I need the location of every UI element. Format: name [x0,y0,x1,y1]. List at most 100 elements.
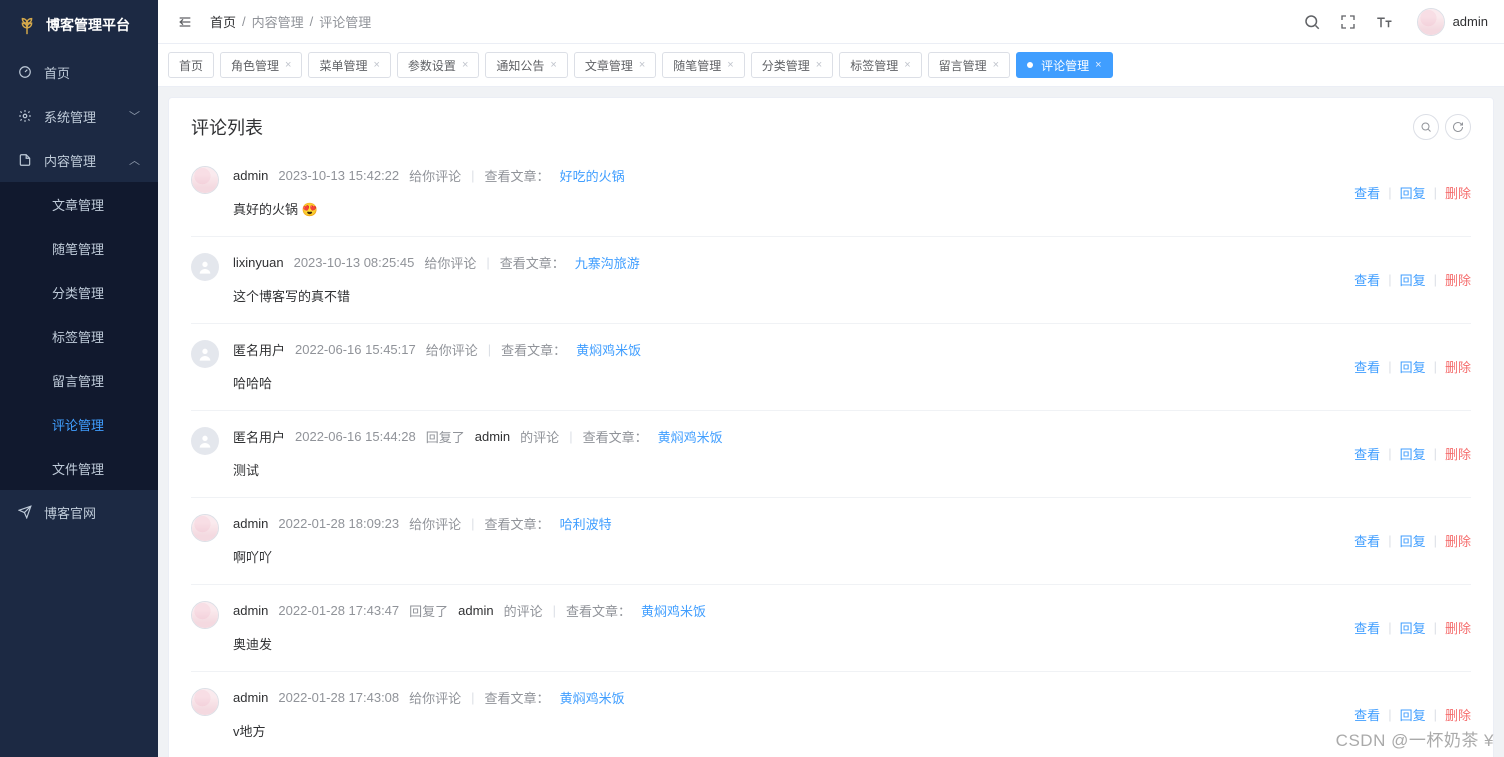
menu-home[interactable]: 首页 [0,50,158,94]
tab-通知公告[interactable]: 通知公告 × [485,52,567,78]
tab-label: 通知公告 [496,57,544,74]
tab-随笔管理[interactable]: 随笔管理× [662,52,744,78]
close-icon[interactable]: × [550,59,556,71]
reply-button[interactable]: 回复 [1400,183,1426,202]
close-icon[interactable]: × [462,59,468,71]
menu-system[interactable]: 系统管理 ﹀ [0,94,158,138]
username: admin [1453,14,1488,29]
sidebar: 博客管理平台 首页 系统管理 ﹀ 内容管理 ︿ 文章管理 [0,0,158,757]
view-button[interactable]: 查看 [1354,183,1380,202]
fullscreen-icon [1340,14,1356,30]
close-icon[interactable]: × [639,59,645,71]
view-button[interactable]: 查看 [1354,705,1380,724]
tab-留言管理[interactable]: 留言管理 × [928,52,1010,78]
reply-button[interactable]: 回复 [1400,618,1426,637]
tab-首页[interactable]: 首页 [168,52,214,78]
menu-content-label: 内容管理 [44,151,96,170]
view-button[interactable]: 查看 [1354,444,1380,463]
submenu-article[interactable]: 文章管理 [0,182,158,226]
tab-菜单管理[interactable]: 菜单管理× [308,52,390,78]
reply-button[interactable]: 回复 [1400,444,1426,463]
menu-site[interactable]: 博客官网 [0,490,158,534]
reply-button[interactable]: 回复 [1400,705,1426,724]
submenu-file[interactable]: 文件管理 [0,446,158,490]
close-icon[interactable]: × [285,59,291,71]
tab-参数设置[interactable]: 参数设置 × [397,52,479,78]
reply-target: admin [458,603,493,618]
tab-标签管理[interactable]: 标签管理× [839,52,921,78]
article-link[interactable]: 九寨沟旅游 [575,253,640,272]
timestamp: 2022-06-16 15:45:17 [295,342,416,357]
tab-label: 角色管理 [231,57,279,74]
crumb-l2: 评论管理 [319,12,371,31]
search-icon [1303,13,1321,31]
view-button[interactable]: 查看 [1354,531,1380,550]
submenu-comment[interactable]: 评论管理 [0,402,158,446]
search-button[interactable] [1301,11,1323,33]
user-avatar-icon [191,601,219,629]
view-button[interactable]: 查看 [1354,618,1380,637]
user-menu[interactable]: admin [1417,8,1488,36]
author: admin [233,516,268,531]
comment-content: 啊吖吖 [233,547,1340,566]
timestamp: 2022-01-28 17:43:08 [278,690,399,705]
close-icon[interactable]: × [727,59,733,71]
fullscreen-button[interactable] [1337,11,1359,33]
timestamp: 2022-01-28 18:09:23 [278,516,399,531]
close-icon[interactable]: × [904,59,910,71]
reply-button[interactable]: 回复 [1400,531,1426,550]
crumb-l1[interactable]: 内容管理 [252,12,304,31]
submenu-category[interactable]: 分类管理 [0,270,158,314]
tab-角色管理[interactable]: 角色管理 × [220,52,302,78]
article-link[interactable]: 黄焖鸡米饭 [576,340,641,359]
close-icon[interactable]: × [1095,59,1101,71]
close-icon[interactable]: × [373,59,379,71]
user-avatar-icon [191,514,219,542]
sidebar-toggle[interactable] [174,11,196,33]
refresh-button[interactable] [1445,114,1471,140]
article-link[interactable]: 黄焖鸡米饭 [658,427,723,446]
comment-meta: 匿名用户2022-06-16 15:45:17给你评论|查看文章：黄焖鸡米饭 [233,340,1340,359]
delete-button[interactable]: 删除 [1445,618,1471,637]
reply-button[interactable]: 回复 [1400,270,1426,289]
close-icon[interactable]: × [993,59,999,71]
crumb-home[interactable]: 首页 [210,12,236,31]
reply-button[interactable]: 回复 [1400,357,1426,376]
article-link[interactable]: 好吃的火锅 [560,166,625,185]
comment-meta: admin2023-10-13 15:42:22给你评论|查看文章：好吃的火锅 [233,166,1340,185]
row-actions: 查看|回复|删除 [1354,514,1471,566]
reply-target: admin [475,429,510,444]
text-size-icon [1375,13,1393,31]
submenu-note[interactable]: 随笔管理 [0,226,158,270]
tabs-bar: 首页角色管理×菜单管理×参数设置×通知公告×文章管理×随笔管理×分类管理×标签管… [158,44,1504,87]
brand-text: 博客管理平台 [46,15,130,35]
view-button[interactable]: 查看 [1354,270,1380,289]
menu-content[interactable]: 内容管理 ︿ [0,138,158,182]
submenu-message[interactable]: 留言管理 [0,358,158,402]
wheat-icon [16,14,38,36]
tab-评论管理[interactable]: 评论管理× [1016,52,1112,78]
article-link[interactable]: 黄焖鸡米饭 [560,688,625,707]
delete-button[interactable]: 删除 [1445,270,1471,289]
comment-list: admin2023-10-13 15:42:22给你评论|查看文章：好吃的火锅真… [169,150,1493,757]
tab-文章管理[interactable]: 文章管理× [574,52,656,78]
author: lixinyuan [233,255,284,270]
close-icon[interactable]: × [816,59,822,71]
comment-row: admin2023-10-13 15:42:22给你评论|查看文章：好吃的火锅真… [191,150,1471,237]
delete-button[interactable]: 删除 [1445,705,1471,724]
tab-label: 参数设置 [408,57,456,74]
article-link[interactable]: 黄焖鸡米饭 [641,601,706,620]
delete-button[interactable]: 删除 [1445,444,1471,463]
comment-meta: admin2022-01-28 17:43:47回复了admin的评论|查看文章… [233,601,1340,620]
tab-分类管理[interactable]: 分类管理× [751,52,833,78]
delete-button[interactable]: 删除 [1445,357,1471,376]
delete-button[interactable]: 删除 [1445,183,1471,202]
tab-label: 留言管理 [939,57,987,74]
main-menu: 首页 系统管理 ﹀ 内容管理 ︿ 文章管理 随笔管理 分类管理 标签管理 留言管… [0,50,158,534]
fontsize-button[interactable] [1373,11,1395,33]
delete-button[interactable]: 删除 [1445,531,1471,550]
view-button[interactable]: 查看 [1354,357,1380,376]
submenu-tag[interactable]: 标签管理 [0,314,158,358]
article-link[interactable]: 哈利波特 [560,514,612,533]
search-card-button[interactable] [1413,114,1439,140]
